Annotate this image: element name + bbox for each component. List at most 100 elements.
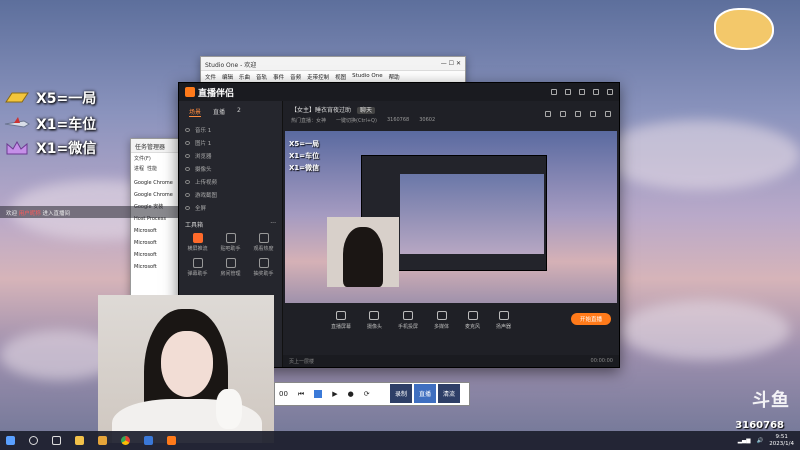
source-label: 音乐 1 [195, 127, 212, 134]
douyu-room-id: 3160768 [735, 420, 784, 431]
start-live-button[interactable]: 开始直播 [571, 313, 611, 325]
tool-camera[interactable]: 摄像头 [367, 311, 382, 330]
live-button[interactable]: 直播 [414, 384, 437, 403]
eye-icon[interactable] [185, 153, 190, 158]
tool-lottery[interactable]: 抽奖助手 [247, 258, 280, 277]
overlay-label-wechat: X1=微信 [4, 138, 96, 158]
source-item[interactable]: 上传视频 [179, 175, 282, 188]
maximize-icon[interactable] [593, 89, 599, 95]
source-item[interactable]: 游戏截图 [179, 188, 282, 201]
overlay-label-game: X5=一局 [4, 88, 96, 108]
player-time: 00 [279, 390, 288, 398]
chat-text: 进入直播间 [42, 211, 71, 217]
source-item[interactable]: 图片 1 [179, 136, 282, 149]
play-icon[interactable]: ▶ [332, 390, 337, 398]
bell-icon[interactable] [590, 111, 596, 117]
source-item[interactable]: 浏览器 [179, 149, 282, 162]
eye-icon[interactable] [185, 179, 190, 184]
clock[interactable]: 9:51 2023/1/4 [769, 434, 794, 448]
eye-icon[interactable] [185, 192, 190, 197]
stop-icon[interactable] [314, 390, 323, 398]
tool-label: 贴吧助手 [220, 246, 241, 252]
tool-assistant[interactable]: 贴吧助手 [214, 233, 247, 252]
toolbox-title: 工具箱 [185, 222, 204, 229]
prev-icon[interactable]: ⏮ [298, 390, 304, 399]
eye-icon[interactable] [185, 166, 190, 171]
chart-icon[interactable] [560, 111, 566, 117]
tab-performance[interactable]: 性能 [147, 165, 157, 172]
gold-bar-icon [5, 92, 29, 103]
eye-icon[interactable] [185, 127, 190, 132]
volume-icon[interactable]: 🔊 [756, 438, 763, 444]
menu-item[interactable]: 乐曲 [239, 73, 250, 81]
folder-icon[interactable] [98, 436, 107, 445]
task-view-icon[interactable] [52, 436, 61, 445]
menu-item[interactable]: 帮助 [389, 73, 400, 81]
menu-item[interactable]: 视图 [335, 73, 346, 81]
tab-2[interactable]: 2 [237, 107, 241, 117]
toolbox-header: 工具箱 ··· [179, 214, 282, 233]
search-icon[interactable] [29, 436, 38, 445]
status-left: 页上一层楼 [289, 358, 315, 365]
source-item[interactable]: 音乐 1 [179, 123, 282, 136]
overlay-label-text: X5=一局 [36, 91, 97, 107]
tool-label: 多媒体 [434, 324, 450, 330]
heat-icon [258, 233, 269, 243]
record-icon[interactable] [575, 111, 581, 117]
app-titlebar[interactable]: 直播伴侣 [179, 83, 619, 101]
window-titlebar[interactable]: Studio One - 欢迎 — ☐ ✕ [201, 57, 465, 71]
tool-phone[interactable]: 手机投屏 [398, 311, 418, 330]
source-item[interactable]: 全屏 [179, 201, 282, 214]
room-category[interactable]: 热门直播：女神 [291, 117, 326, 124]
eye-icon[interactable] [185, 205, 190, 210]
share-icon[interactable] [605, 111, 611, 117]
menu-item[interactable]: 音轨 [256, 73, 267, 81]
room-title[interactable]: 【女主】睡衣宵夜过助 [291, 107, 351, 114]
tool-landscape[interactable]: 横屏推流 [181, 233, 214, 252]
tool-danmaku[interactable]: 弹幕助手 [181, 258, 214, 277]
menu-item[interactable]: 文件(F) [134, 156, 151, 162]
streaming-app-icon[interactable] [167, 436, 176, 445]
file-explorer-icon[interactable] [75, 436, 84, 445]
app-icon[interactable] [144, 436, 153, 445]
menu-item[interactable]: Studio One [352, 73, 382, 81]
tab-live[interactable]: 直播 [213, 107, 225, 117]
tab-processes[interactable]: 进程 [134, 165, 144, 172]
clear-button[interactable]: 清流 [438, 384, 461, 403]
settings-icon[interactable] [551, 89, 557, 95]
room-switch[interactable]: 一键切换(Ctrl+Q) [336, 117, 377, 124]
gift-icon[interactable] [545, 111, 551, 117]
room-heat: 30602 [419, 117, 436, 123]
chrome-icon[interactable] [121, 436, 130, 445]
tool-room[interactable]: 房间管理 [214, 258, 247, 277]
nested-preview-canvas [400, 174, 544, 254]
menu-item[interactable]: 文件 [205, 73, 216, 81]
tool-speaker[interactable]: 扬声器 [496, 311, 511, 330]
room-tag[interactable]: 聊天 [356, 107, 375, 114]
stream-preview[interactable]: X5=一局 X1=车位 X1=微信 [285, 131, 617, 318]
preview-hair [343, 227, 383, 287]
record-button[interactable]: 录制 [390, 384, 413, 403]
tool-media[interactable]: 多媒体 [434, 311, 449, 330]
loop-icon[interactable]: ⟳ [364, 390, 370, 398]
windows-start-icon[interactable] [6, 436, 15, 445]
tool-heat[interactable]: 观看热度 [247, 233, 280, 252]
menu-icon[interactable] [565, 89, 571, 95]
tab-scene[interactable]: 场景 [189, 107, 202, 117]
menu-item[interactable]: 音频 [290, 73, 301, 81]
toolbox-more-icon[interactable]: ··· [270, 220, 276, 229]
chat-username: 用户昵称 [18, 211, 41, 217]
minimize-icon[interactable] [579, 89, 585, 95]
eye-icon[interactable] [185, 140, 190, 145]
tool-screen[interactable]: 直播屏幕 [331, 311, 351, 330]
menu-item[interactable]: 事件 [273, 73, 284, 81]
close-icon[interactable] [607, 89, 613, 95]
record-icon[interactable]: ● [348, 390, 354, 398]
menu-item[interactable]: 编辑 [222, 73, 233, 81]
menu-item[interactable]: 走带控制 [307, 73, 329, 81]
tool-mic[interactable]: 麦克风 [465, 311, 480, 330]
network-icon[interactable]: ▂▄▆ [738, 438, 751, 444]
window-controls[interactable]: — ☐ ✕ [441, 60, 461, 67]
source-item[interactable]: 摄像头 [179, 162, 282, 175]
assistant-icon [225, 233, 236, 243]
